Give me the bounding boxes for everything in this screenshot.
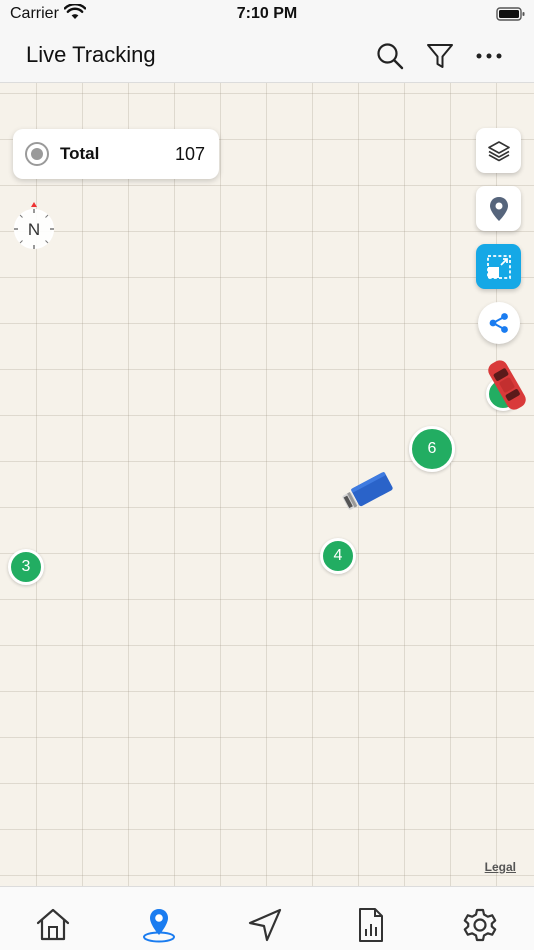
battery-icon xyxy=(496,6,526,27)
total-count: 107 xyxy=(174,144,205,164)
location-pin-icon xyxy=(489,196,508,221)
tab-reports[interactable]: Reports xyxy=(318,891,424,947)
total-filter-card[interactable]: Total 107 xyxy=(13,129,219,179)
total-radio[interactable] xyxy=(25,142,49,166)
legal-link[interactable]: Legal xyxy=(485,860,516,874)
more-icon xyxy=(476,53,502,59)
cluster-marker[interactable]: 6 xyxy=(409,426,455,472)
compass-heading: N xyxy=(28,220,40,239)
search-icon xyxy=(377,43,404,70)
home-icon xyxy=(36,908,70,941)
tab-home[interactable]: Home xyxy=(0,891,106,947)
status-time: 7:10 PM xyxy=(236,5,298,22)
layers-icon xyxy=(487,140,510,161)
tab-settings[interactable]: Settings xyxy=(427,891,533,947)
location-pin-button[interactable] xyxy=(476,186,521,231)
fit-view-button[interactable] xyxy=(476,244,521,289)
truck-icon xyxy=(342,472,393,510)
share-button[interactable] xyxy=(478,302,520,344)
radio-dot xyxy=(31,148,43,160)
total-label: Total xyxy=(60,144,100,163)
cluster-marker[interactable]: 3 xyxy=(8,549,44,585)
share-icon xyxy=(489,313,508,333)
filter-icon xyxy=(427,44,453,68)
car-marker[interactable] xyxy=(480,353,534,422)
page-title: Live Tracking xyxy=(26,42,156,67)
search-button[interactable] xyxy=(373,39,407,73)
truck-marker[interactable] xyxy=(337,467,401,522)
cluster-marker[interactable]: 4 xyxy=(320,538,356,574)
more-button[interactable] xyxy=(472,39,506,73)
map-view[interactable]: Total 107 N 6 4 3 Legal xyxy=(0,83,534,886)
layers-button[interactable] xyxy=(476,128,521,173)
report-icon xyxy=(359,908,383,942)
cluster-count: 4 xyxy=(333,547,343,564)
cluster-count: 3 xyxy=(21,558,31,575)
status-bar: Carrier 7:10 PM xyxy=(0,0,534,30)
cluster-count: 6 xyxy=(427,440,437,457)
tab-bar: Home Live Tracking Navigate Reports xyxy=(0,886,534,950)
fit-view-icon xyxy=(486,254,511,279)
tab-live-tracking[interactable]: Live Tracking xyxy=(106,891,212,947)
navigation-bar: Live Tracking xyxy=(0,30,534,83)
compass[interactable]: N xyxy=(9,201,59,253)
car-icon xyxy=(488,360,526,410)
settings-icon xyxy=(463,908,497,942)
map-pin-icon xyxy=(143,909,175,943)
tab-navigate[interactable]: Navigate xyxy=(212,891,318,947)
navigation-arrow-icon xyxy=(248,908,282,942)
filter-button[interactable] xyxy=(423,39,457,73)
